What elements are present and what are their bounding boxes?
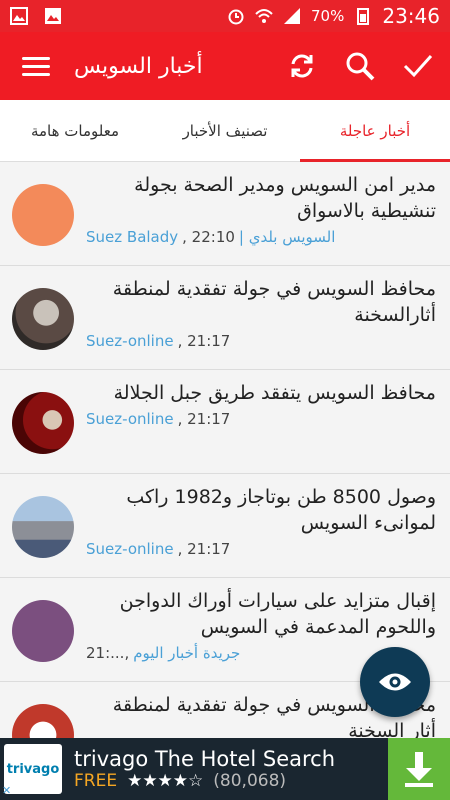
ad-rating-count: (80,068) bbox=[213, 771, 287, 791]
image-icon bbox=[10, 7, 28, 25]
news-thumbnail bbox=[12, 288, 74, 350]
ad-banner[interactable]: trivago trivago The Hotel Search FREE ★★★… bbox=[0, 738, 450, 800]
app-bar: أخبار السويس bbox=[0, 32, 450, 100]
news-item[interactable]: مدير امن السويس ومدير الصحة بجولة تنشيطي… bbox=[0, 162, 450, 266]
ad-rating-stars: ★★★★☆ bbox=[127, 771, 204, 791]
news-headline: وصول 8500 طن بوتاجاز و1982 راكب لموانىء … bbox=[126, 486, 436, 534]
view-button[interactable] bbox=[360, 647, 430, 717]
tab-news-categories[interactable]: تصنيف الأخبار bbox=[150, 100, 300, 161]
news-time: 21:..., bbox=[86, 644, 130, 662]
news-thumbnail bbox=[12, 184, 74, 246]
ad-title: trivago The Hotel Search bbox=[74, 747, 336, 771]
news-time: , 21:17 bbox=[177, 332, 231, 350]
news-item[interactable]: محافظ السويس يتفقد طريق جبل الجلالة Suez… bbox=[0, 370, 450, 474]
news-time: , 21:17 bbox=[177, 540, 231, 558]
page-title: أخبار السويس bbox=[74, 53, 203, 79]
news-thumbnail bbox=[12, 392, 74, 454]
ad-close-icon[interactable]: ✕ bbox=[2, 784, 16, 798]
news-source: Suez-online bbox=[86, 540, 174, 558]
refresh-icon[interactable] bbox=[286, 50, 318, 82]
download-icon bbox=[405, 752, 433, 787]
signal-icon bbox=[284, 8, 301, 24]
wifi-icon bbox=[255, 9, 273, 23]
news-time: , 22:10 bbox=[182, 228, 235, 246]
news-headline: مدير امن السويس ومدير الصحة بجولة تنشيطي… bbox=[134, 174, 436, 222]
news-headline: محافظ السويس في جولة تفقدية لمنطقة أثارا… bbox=[112, 278, 436, 326]
news-time: , 21:17 bbox=[177, 410, 231, 428]
menu-icon[interactable] bbox=[22, 52, 50, 81]
tab-breaking-news[interactable]: أخبار عاجلة bbox=[300, 100, 450, 162]
news-thumbnail bbox=[12, 704, 74, 740]
news-source-arabic: السويس بلدي | bbox=[238, 228, 336, 246]
eye-icon bbox=[379, 673, 411, 691]
news-source: Suez-online bbox=[86, 332, 174, 350]
search-icon[interactable] bbox=[344, 50, 376, 82]
news-source-arabic: جريدة أخبار اليوم bbox=[133, 644, 241, 662]
tab-bar: معلومات هامة تصنيف الأخبار أخبار عاجلة bbox=[0, 100, 450, 162]
battery-level: 70% bbox=[311, 7, 345, 25]
news-item[interactable]: وصول 8500 طن بوتاجاز و1982 راكب لموانىء … bbox=[0, 474, 450, 578]
battery-icon bbox=[357, 8, 370, 25]
alarm-icon bbox=[228, 9, 244, 25]
tab-important-info[interactable]: معلومات هامة bbox=[0, 100, 150, 161]
download-button[interactable] bbox=[388, 738, 450, 800]
gallery-icon bbox=[45, 8, 61, 24]
news-thumbnail bbox=[12, 496, 74, 558]
ad-free-label: FREE bbox=[74, 771, 118, 791]
news-thumbnail bbox=[12, 600, 74, 662]
status-bar: 70% 23:46 bbox=[0, 0, 450, 32]
check-icon[interactable] bbox=[402, 50, 434, 82]
news-source: Suez Balady bbox=[86, 228, 179, 246]
news-source: Suez-online bbox=[86, 410, 174, 428]
clock: 23:46 bbox=[382, 4, 440, 28]
news-item[interactable]: محافظ السويس في جولة تفقدية لمنطقة أثارا… bbox=[0, 266, 450, 370]
news-headline: إقبال متزايد على سيارات أوراك الدواجن وا… bbox=[119, 590, 436, 638]
news-headline: محافظ السويس يتفقد طريق جبل الجلالة bbox=[113, 382, 436, 404]
